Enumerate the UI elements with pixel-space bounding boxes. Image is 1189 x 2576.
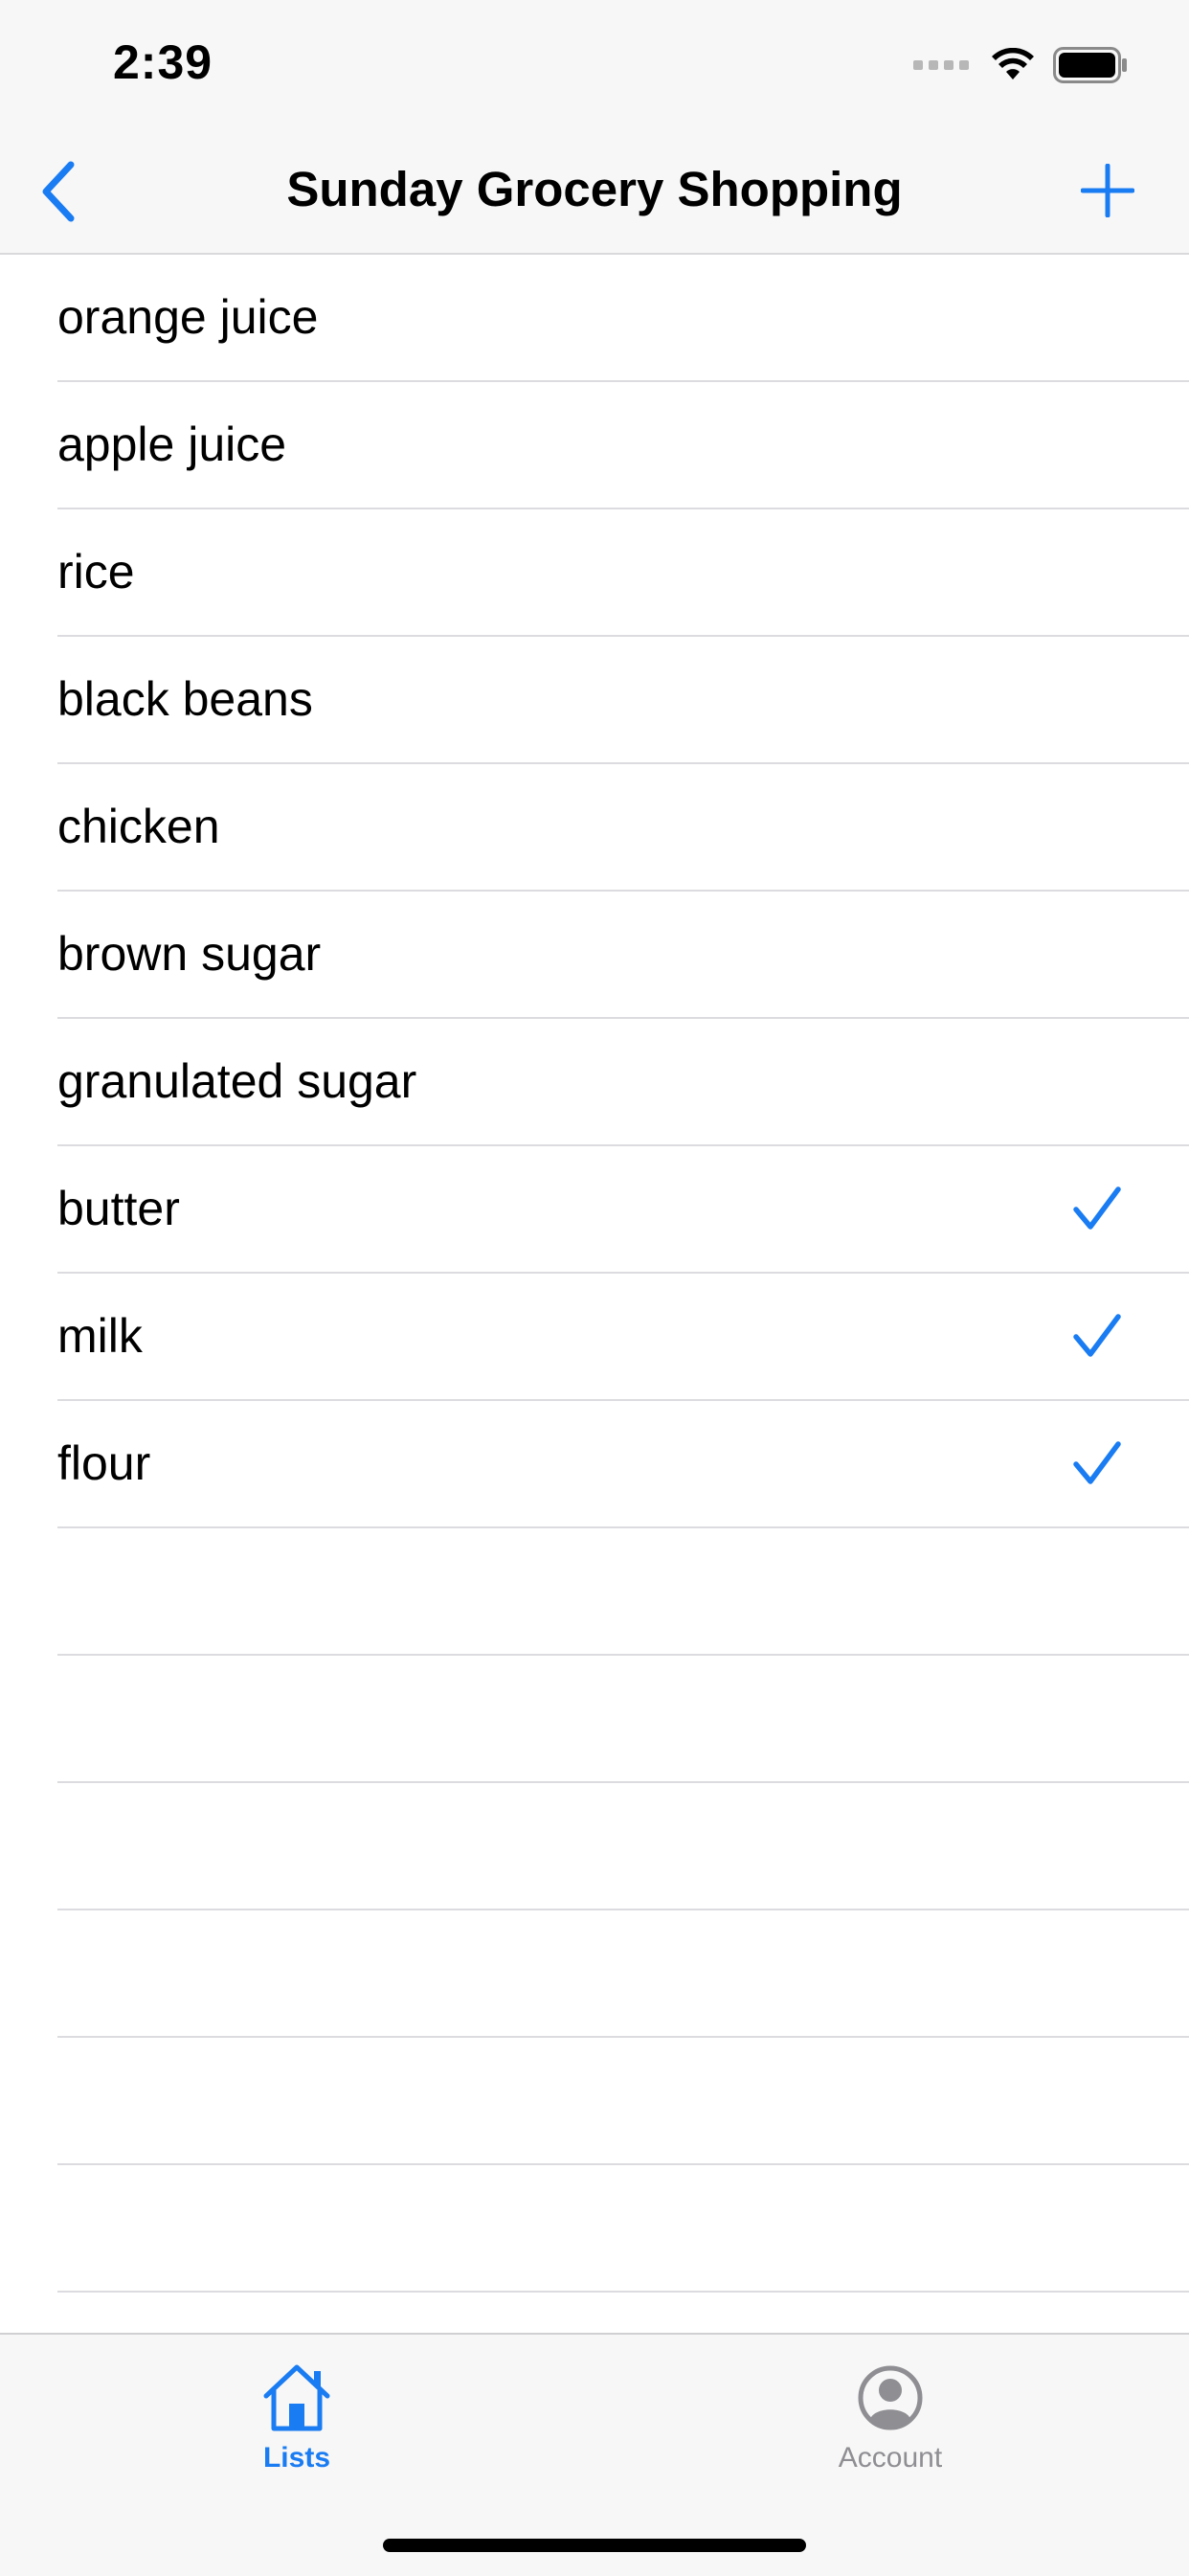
item-label: black beans — [57, 672, 313, 726]
page-title: Sunday Grocery Shopping — [286, 162, 903, 216]
empty-row — [57, 1783, 1189, 1910]
chevron-left-icon — [42, 161, 75, 222]
list-item[interactable]: brown sugar — [57, 892, 1189, 1019]
item-label: rice — [57, 545, 135, 599]
checkmark-icon — [1073, 1186, 1121, 1230]
cellular-signal-icon — [913, 60, 969, 70]
list-item[interactable]: chicken — [57, 764, 1189, 892]
tab-account[interactable]: Account — [785, 2360, 996, 2494]
list-item[interactable]: rice — [57, 509, 1189, 637]
item-label: butter — [57, 1182, 180, 1235]
tab-lists[interactable]: Lists — [191, 2360, 402, 2494]
grocery-list: orange juice apple juice rice black bean… — [0, 255, 1189, 2333]
add-item-button[interactable] — [1074, 157, 1141, 224]
item-label: chicken — [57, 800, 220, 853]
status-icons — [913, 46, 1128, 84]
empty-row — [57, 2038, 1189, 2165]
empty-row — [57, 1528, 1189, 1656]
wifi-icon — [992, 48, 1034, 79]
back-button[interactable] — [29, 153, 86, 230]
item-label: granulated sugar — [57, 1054, 417, 1108]
empty-row — [57, 2165, 1189, 2293]
empty-row — [57, 1656, 1189, 1783]
list-item[interactable]: apple juice — [57, 382, 1189, 509]
empty-row — [57, 2293, 1189, 2333]
item-label: brown sugar — [57, 927, 322, 981]
item-label: orange juice — [57, 290, 319, 344]
empty-row — [57, 1910, 1189, 2038]
home-indicator — [383, 2539, 806, 2552]
list-item[interactable]: black beans — [57, 637, 1189, 764]
item-label: apple juice — [57, 418, 287, 471]
checkmark-icon — [1073, 1314, 1121, 1357]
tab-label: Account — [838, 2442, 943, 2474]
list-item[interactable]: flour — [57, 1401, 1189, 1528]
list-item[interactable]: butter — [57, 1146, 1189, 1274]
person-circle-icon — [858, 2365, 923, 2430]
list-item[interactable]: granulated sugar — [57, 1019, 1189, 1146]
checkmark-icon — [1073, 1441, 1121, 1484]
item-label: milk — [57, 1309, 143, 1363]
navigation-bar: 2:39 Sunday Grocery Shopping — [0, 0, 1189, 255]
list-item[interactable]: milk — [57, 1274, 1189, 1401]
tab-label: Lists — [262, 2442, 331, 2474]
house-icon — [263, 2364, 330, 2431]
battery-icon — [1053, 47, 1127, 83]
item-label: flour — [57, 1436, 151, 1490]
plus-icon — [1081, 164, 1134, 217]
status-time: 2:39 — [113, 35, 213, 89]
list-item[interactable]: orange juice — [57, 255, 1189, 382]
